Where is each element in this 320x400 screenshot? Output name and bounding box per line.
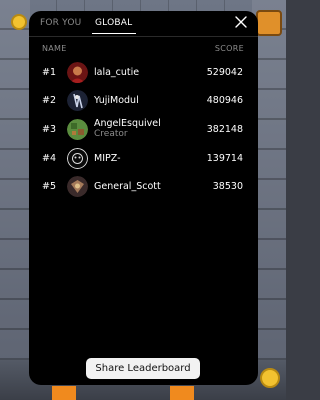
username: General_Scott <box>94 181 161 192</box>
score-value: 38530 <box>212 181 243 192</box>
user-role-badge: Creator <box>94 129 128 139</box>
coin-icon <box>11 14 27 30</box>
share-leaderboard-button[interactable]: Share Leaderboard <box>86 358 200 379</box>
avatar <box>67 62 88 83</box>
rank-label: #4 <box>42 153 57 164</box>
score-value: 480946 <box>206 95 243 106</box>
coin-button-icon[interactable] <box>260 368 280 388</box>
rank-label: #1 <box>42 67 57 78</box>
rank-label: #2 <box>42 95 57 106</box>
username: lala_cutie <box>94 67 140 78</box>
avatar <box>67 176 88 197</box>
column-header-score: SCORE <box>214 44 244 53</box>
username: AngelEsquivel <box>94 118 161 129</box>
avatar <box>67 90 88 111</box>
divider <box>29 36 258 37</box>
leaderboard-row[interactable]: #5 General_Scott 38530 <box>29 173 258 201</box>
avatar <box>67 119 88 140</box>
leaderboard-row[interactable]: #2 YujiModul 480946 <box>29 87 258 115</box>
username: YujiModul <box>94 95 139 106</box>
game-wall-left <box>0 0 30 400</box>
leaderboard-row[interactable]: #1 lala_cutie 529042 <box>29 59 258 87</box>
leaderboard-row[interactable]: #4 MIPZ- 139714 <box>29 145 258 173</box>
tab-global[interactable]: GLOBAL <box>95 18 132 28</box>
username: MIPZ- <box>94 153 121 164</box>
tab-for-you[interactable]: FOR YOU <box>40 18 81 28</box>
leaderboard-row[interactable]: #3 AngelEsquivel Creator 382148 <box>29 116 258 144</box>
rank-label: #5 <box>42 181 57 192</box>
score-value: 139714 <box>206 153 243 164</box>
rank-label: #3 <box>42 124 57 135</box>
leaderboard-modal: FOR YOU GLOBAL NAME SCORE #1 lala_cutie … <box>29 11 258 385</box>
column-header-name: NAME <box>42 44 67 53</box>
close-icon[interactable] <box>234 16 248 30</box>
active-tab-indicator <box>92 33 136 34</box>
score-value: 382148 <box>206 124 243 135</box>
close-icon-glyph <box>235 16 247 28</box>
score-value: 529042 <box>206 67 243 78</box>
game-tile <box>52 386 76 400</box>
avatar <box>67 148 88 169</box>
leaderboard-tabs: FOR YOU GLOBAL <box>29 11 258 37</box>
treasure-chest-icon <box>256 10 282 36</box>
game-tile <box>170 386 194 400</box>
